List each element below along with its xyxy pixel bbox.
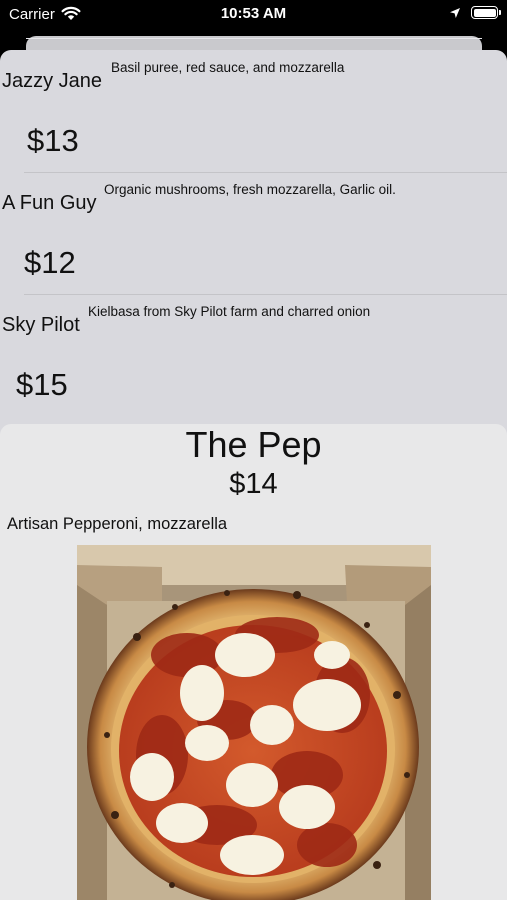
item-name: Sky Pilot: [2, 314, 80, 336]
pepperoni-pizza-photo: [77, 545, 431, 900]
menu-row-jazzy-jane[interactable]: Jazzy Jane Basil puree, red sauce, and m…: [0, 50, 507, 172]
pizza-box-illustration: [77, 545, 431, 900]
item-price: $15: [16, 367, 68, 402]
item-description: Basil puree, red sauce, and mozzarella: [111, 60, 345, 75]
status-bar: Carrier 10:53 AM: [0, 0, 507, 30]
item-description: Kielbasa from Sky Pilot farm and charred…: [88, 304, 371, 319]
battery-icon: [471, 6, 498, 19]
background-sheet-highlight: [26, 38, 482, 39]
clock: 10:53 AM: [220, 5, 287, 22]
menu-row-sky-pilot[interactable]: Sky Pilot Kielbasa from Sky Pilot farm a…: [0, 294, 507, 416]
menu-row-a-fun-guy[interactable]: A Fun Guy Organic mushrooms, fresh mozza…: [0, 172, 507, 294]
menu-list-sheet: Jazzy Jane Basil puree, red sauce, and m…: [0, 50, 507, 450]
item-name: Jazzy Jane: [2, 70, 103, 92]
detail-price: $14: [229, 468, 278, 500]
pizza-detail-sheet: The Pep $14 Artisan Pepperoni, mozzarell…: [0, 424, 507, 900]
location-arrow-icon: [450, 8, 460, 18]
item-description: Organic mushrooms, fresh mozzarella, Gar…: [104, 182, 396, 197]
item-price: $12: [24, 245, 76, 280]
battery-cap: [499, 10, 501, 15]
detail-description: Artisan Pepperoni, mozzarella: [7, 515, 228, 533]
detail-title: The Pep: [185, 424, 322, 465]
item-price: $13: [27, 123, 79, 158]
item-name: A Fun Guy: [2, 192, 97, 214]
